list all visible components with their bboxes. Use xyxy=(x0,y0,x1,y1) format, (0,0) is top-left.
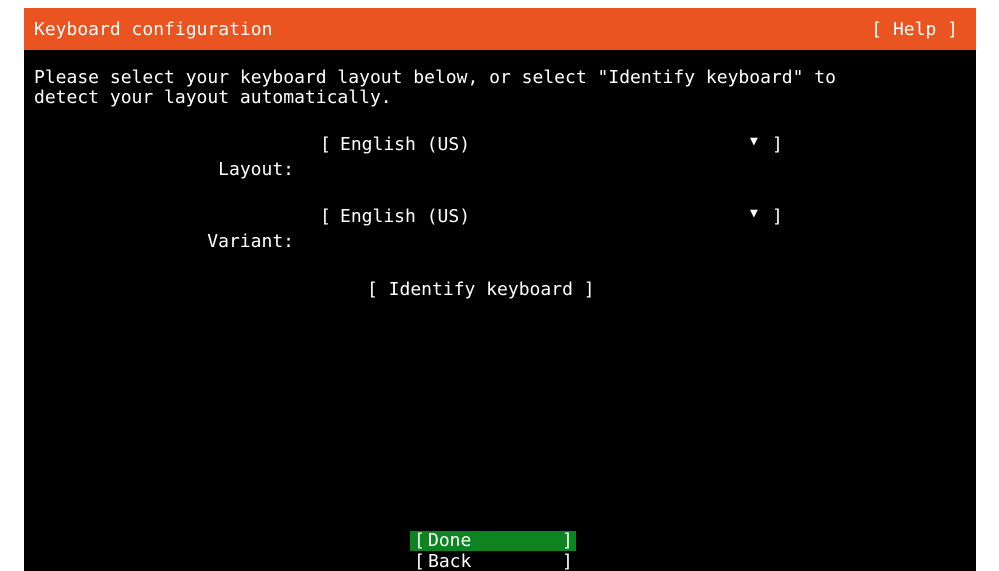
help-button[interactable]: [ Help ] xyxy=(871,20,958,40)
variant-select-close-bracket: ] xyxy=(772,206,783,227)
dropdown-arrow-icon: ▼ xyxy=(750,206,758,221)
instructions-text: Please select your keyboard layout below… xyxy=(34,67,836,108)
dropdown-arrow-icon: ▼ xyxy=(750,134,758,149)
done-open-bracket: [ xyxy=(414,530,425,551)
back-close-bracket: ] xyxy=(562,551,573,571)
page-title: Keyboard configuration xyxy=(34,19,273,40)
variant-label: Variant: xyxy=(207,231,294,252)
layout-row: Layout: xyxy=(24,134,294,180)
header-bar: Keyboard configuration [ Help ] xyxy=(24,8,976,50)
done-button[interactable]: [ Done ] xyxy=(410,531,576,551)
variant-select-value: English (US) xyxy=(340,206,471,227)
layout-select-value: English (US) xyxy=(340,134,471,155)
layout-select-open-bracket: [ xyxy=(320,134,331,155)
back-label: Back xyxy=(428,551,472,571)
installer-screen: Keyboard configuration [ Help ] Please s… xyxy=(24,8,976,571)
layout-select-close-bracket: ] xyxy=(772,134,783,155)
done-close-bracket: ] xyxy=(562,530,573,551)
done-label: Done xyxy=(428,530,472,551)
back-open-bracket: [ xyxy=(414,551,425,571)
layout-label: Layout: xyxy=(218,159,294,180)
variant-row: Variant: xyxy=(24,206,294,252)
identify-keyboard-button[interactable]: [ Identify keyboard ] xyxy=(367,278,595,302)
back-button[interactable]: [ Back ] xyxy=(410,552,576,571)
variant-select[interactable]: [ English (US) ▼ ] xyxy=(320,206,783,230)
variant-select-open-bracket: [ xyxy=(320,206,331,227)
layout-select[interactable]: [ English (US) ▼ ] xyxy=(320,134,783,158)
